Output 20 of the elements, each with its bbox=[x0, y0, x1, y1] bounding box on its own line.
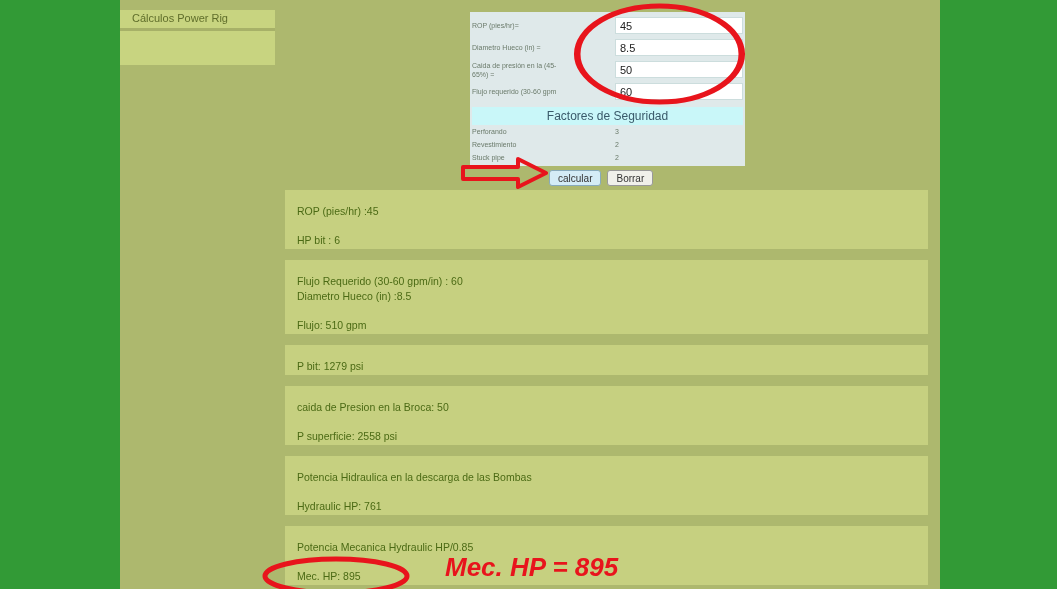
input-field[interactable]: 45 bbox=[615, 17, 743, 34]
result-text: HP bit : 6 bbox=[297, 233, 340, 248]
result-text: Diametro Hueco (in) :8.5 bbox=[297, 289, 412, 304]
result-text: P superficie: 2558 psi bbox=[297, 429, 398, 444]
result-text: P bit: 1279 psi bbox=[297, 359, 364, 374]
clear-button[interactable]: Borrar bbox=[607, 170, 654, 186]
section-header: Factores de Seguridad bbox=[472, 107, 743, 125]
sidebar-item[interactable]: Cálculos Power Rig bbox=[120, 10, 275, 31]
result-text: Hydraulic HP: 761 bbox=[297, 499, 382, 514]
result-text: Flujo Requerido (30-60 gpm/in) : 60 bbox=[297, 274, 463, 289]
input-field[interactable]: 50 bbox=[615, 61, 743, 78]
result-text: Flujo: 510 gpm bbox=[297, 318, 367, 333]
result-text: Mec. HP: 895 bbox=[297, 569, 361, 584]
calculate-button[interactable]: calcular bbox=[549, 170, 602, 186]
result-text: caida de Presion en la Broca: 50 bbox=[297, 400, 449, 415]
annotation-text: Mec. HP = 895 bbox=[445, 552, 619, 583]
result-text: ROP (pies/hr) :45 bbox=[297, 204, 379, 219]
result-text: Potencia Hidraulica en la descarga de las Bombas bbox=[297, 470, 532, 485]
input-field[interactable]: 8.5 bbox=[615, 39, 743, 56]
result-text: Potencia Mecanica Hydraulic HP/0.85 bbox=[297, 540, 474, 555]
